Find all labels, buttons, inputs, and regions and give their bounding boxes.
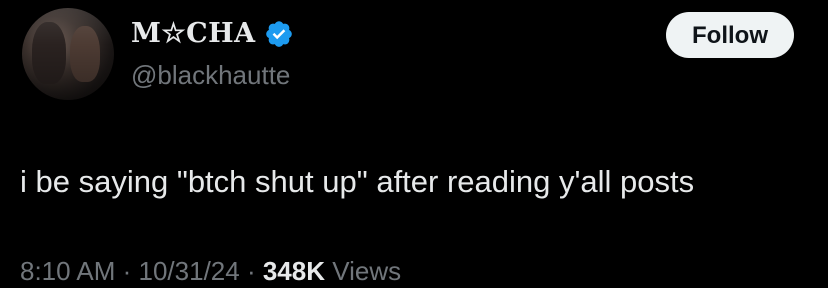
meta-separator: · [115, 256, 139, 286]
user-handle[interactable]: @blackhautte [131, 58, 290, 92]
avatar[interactable] [22, 8, 114, 100]
tweet-text: i be saying "btch shut up" after reading… [20, 164, 695, 199]
display-name-row[interactable]: M☆CHA [131, 17, 294, 51]
views-count: 348K [262, 256, 325, 286]
follow-button[interactable]: Follow [666, 12, 794, 58]
avatar-overlay [22, 8, 114, 100]
meta-separator: · [239, 256, 263, 286]
tweet-time[interactable]: 8:10 AM [20, 256, 115, 286]
tweet-date[interactable]: 10/31/24 [139, 256, 240, 286]
verified-badge-icon[interactable] [264, 19, 294, 49]
views-label: Views [325, 256, 402, 286]
tweet-meta: 8:10 AM · 10/31/24 · 348K Views [20, 254, 401, 288]
display-name[interactable]: M☆CHA [131, 17, 256, 51]
